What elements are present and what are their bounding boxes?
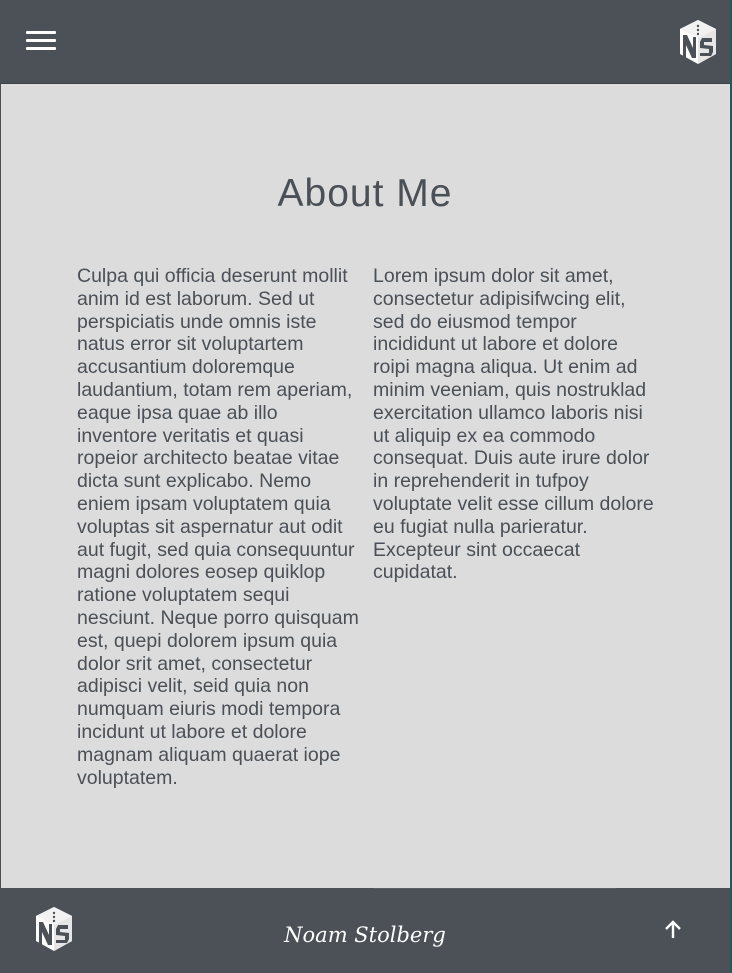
footer-divider [374,888,616,889]
hamburger-menu-icon[interactable] [26,26,56,58]
ns-cube-logo-icon[interactable] [678,18,718,66]
signature-text[interactable]: Noam Stolberg [280,915,450,955]
ns-cube-logo-icon[interactable] [34,905,74,953]
about-text-right: Lorem ipsum dolor sit amet, consectetur … [373,265,654,584]
page-title: About Me [277,172,453,215]
top-bar [0,0,730,84]
arrow-up-icon[interactable] [660,915,686,945]
about-text-left: Culpa qui officia deserunt mollit anim i… [77,265,359,789]
